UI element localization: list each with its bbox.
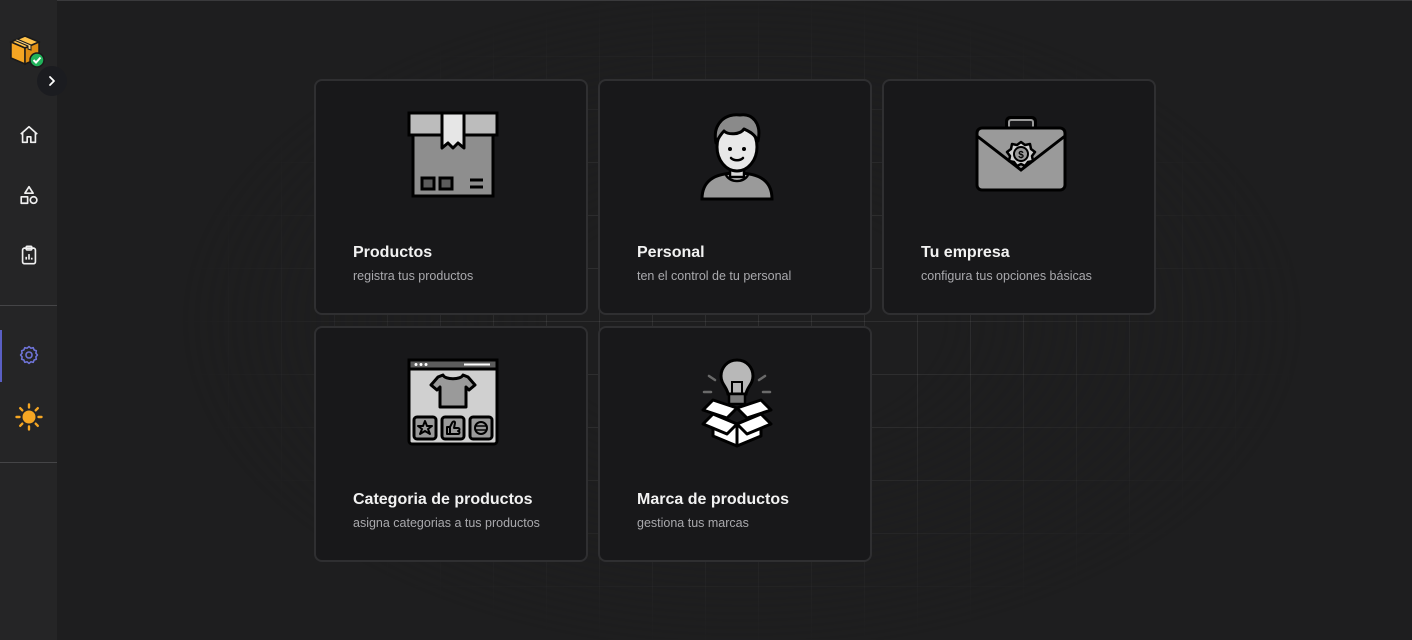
sun-icon: [14, 403, 43, 431]
card-title: Personal: [637, 244, 705, 261]
card-title: Tu empresa: [921, 244, 1010, 261]
card-subtitle: asigna categorias a tus productos: [353, 516, 540, 530]
home-icon: [19, 125, 38, 144]
lightbulb-box-icon: [682, 352, 792, 452]
shop-window-tshirt-icon: [398, 352, 508, 452]
gear-icon: [19, 345, 38, 365]
card-title: Productos: [353, 244, 433, 261]
card-title: Marca de productos: [637, 491, 790, 508]
sidebar-divider: [0, 305, 57, 306]
card-subtitle: ten el control de tu personal: [637, 269, 792, 283]
package-check-logo[interactable]: [8, 32, 46, 70]
sidebar: [0, 0, 67, 640]
sidebar-divider: [0, 462, 57, 463]
sidebar-item-reports[interactable]: [0, 235, 57, 275]
card-subtitle: registra tus productos: [353, 269, 474, 283]
shapes-icon: [19, 185, 38, 205]
card-productos[interactable]: Productos registra tus productos: [314, 79, 588, 315]
sidebar-item-home[interactable]: [0, 115, 57, 155]
card-categoria-productos[interactable]: Categoria de productos asigna categorias…: [314, 326, 588, 562]
card-title: Categoria de productos: [353, 491, 533, 508]
svg-text:$: $: [1018, 150, 1024, 161]
card-subtitle: gestiona tus marcas: [637, 516, 749, 530]
clipboard-chart-icon: [21, 245, 36, 265]
box-icon: [398, 105, 508, 205]
person-icon: [682, 105, 792, 205]
sidebar-item-settings[interactable]: [0, 335, 57, 375]
sidebar-item-shapes[interactable]: [0, 175, 57, 215]
card-subtitle: configura tus opciones básicas: [921, 269, 1092, 283]
card-tu-empresa[interactable]: $ Tu empresa configura tus opciones bási…: [882, 79, 1156, 315]
briefcase-gear-icon: $: [966, 105, 1076, 205]
sidebar-item-theme[interactable]: [0, 397, 57, 437]
card-personal[interactable]: Personal ten el control de tu personal: [598, 79, 872, 315]
card-marca-productos[interactable]: Marca de productos gestiona tus marcas: [598, 326, 872, 562]
